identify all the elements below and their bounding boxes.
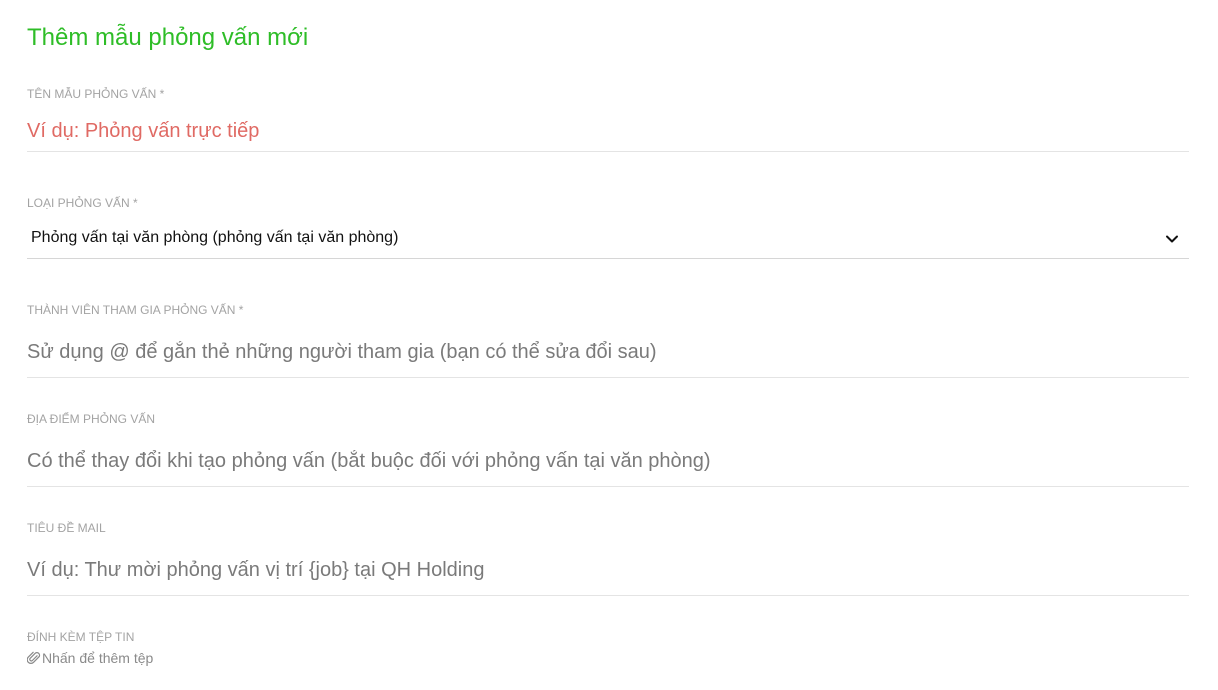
add-attachment-button[interactable]: Nhấn để thêm tệp — [27, 650, 1189, 666]
mail-subject-label: TIÊU ĐỀ MAIL — [27, 521, 106, 535]
template-name-field: TÊN MẪU PHỎNG VẤN * — [27, 87, 1189, 152]
chevron-down-icon — [1166, 235, 1178, 243]
interview-type-selected-value: Phỏng vấn tại văn phòng (phỏng vấn tại v… — [31, 229, 399, 246]
participants-input[interactable] — [27, 328, 1189, 378]
attachment-field: ĐÍNH KÈM TỆP TIN Nhấn để thêm tệp — [27, 630, 1189, 666]
participants-label: THÀNH VIÊN THAM GIA PHỎNG VẤN * — [27, 303, 244, 317]
interview-type-select[interactable]: Phỏng vấn tại văn phòng (phỏng vấn tại v… — [27, 222, 1189, 259]
template-name-label: TÊN MẪU PHỎNG VẤN * — [27, 87, 165, 101]
add-attachment-label: Nhấn để thêm tệp — [42, 650, 154, 666]
location-field: ĐỊA ĐIỂM PHỎNG VẤN — [27, 412, 1189, 487]
interview-type-field: LOẠI PHỎNG VẤN * Phỏng vấn tại văn phòng… — [27, 196, 1189, 259]
attachment-label: ĐÍNH KÈM TỆP TIN — [27, 630, 135, 644]
location-label: ĐỊA ĐIỂM PHỎNG VẤN — [27, 412, 156, 426]
mail-subject-field: TIÊU ĐỀ MAIL — [27, 521, 1189, 596]
page-title: Thêm mẫu phỏng vấn mới — [27, 24, 309, 51]
location-input[interactable] — [27, 437, 1189, 487]
participants-field: THÀNH VIÊN THAM GIA PHỎNG VẤN * — [27, 303, 1189, 378]
template-name-input[interactable] — [27, 112, 1189, 152]
mail-subject-input[interactable] — [27, 546, 1189, 596]
paperclip-icon — [27, 651, 41, 664]
interview-type-label: LOẠI PHỎNG VẤN * — [27, 196, 138, 210]
